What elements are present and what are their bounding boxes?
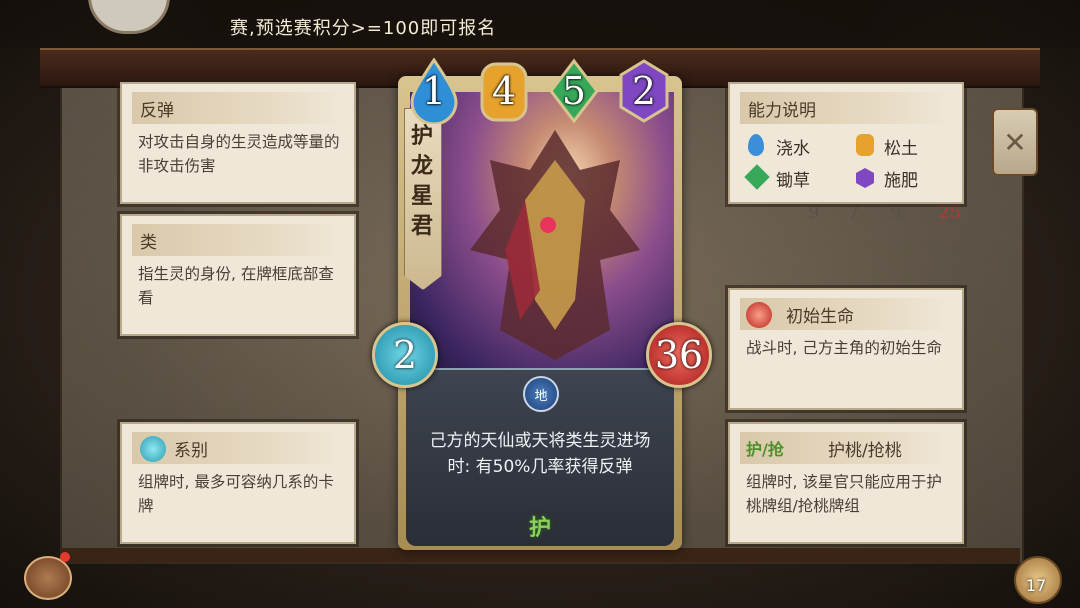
- panel-peach: 护/抢 护桃/抢桃 组牌时, 该星官只能应用于护桃牌组/抢桃牌组: [728, 422, 964, 544]
- weed-cost-gem: 5: [548, 58, 600, 124]
- peach-badge-icon: 护/抢: [746, 440, 784, 459]
- panel-text: 战斗时, 己方主角的初始生命: [746, 339, 942, 357]
- weed-icon: [744, 164, 770, 190]
- bg-number: 7: [848, 202, 860, 223]
- health-stat: 36: [646, 322, 712, 388]
- ability-label: 施肥: [884, 171, 918, 191]
- panel-title: 反弹: [140, 101, 174, 121]
- water-drop-icon: [748, 134, 764, 156]
- bottom-rail: [60, 548, 1020, 562]
- panel-initial-life: 初始生命 战斗时, 己方主角的初始生命: [728, 288, 964, 410]
- card-description: 己方的天仙或天将类生灵进场时: 有50%几率获得反弹: [429, 431, 651, 477]
- bg-number: 25: [938, 202, 961, 223]
- life-icon: [746, 302, 772, 328]
- close-icon[interactable]: ✕: [992, 108, 1038, 176]
- fertilize-icon: [856, 168, 874, 188]
- notice-text: 赛,预选赛积分>=100即可报名: [230, 18, 497, 39]
- notification-dot: [60, 552, 70, 562]
- bg-number: 9: [890, 202, 902, 223]
- card-name: 护龙星君: [404, 122, 440, 242]
- panel-title: 类: [140, 233, 157, 253]
- panel-title: 能力说明: [748, 101, 816, 121]
- panel-rebound: 反弹 对攻击自身的生灵造成等量的非攻击伤害: [120, 82, 356, 204]
- card-name-char: 龙: [410, 154, 433, 179]
- panel-text: 对攻击自身的生灵造成等量的非攻击伤害: [138, 133, 340, 175]
- cost-value: 2: [631, 69, 657, 113]
- panel-category: 类 指生灵的身份, 在牌框底部查看: [120, 214, 356, 336]
- card-name-char: 护: [410, 124, 433, 149]
- cost-value: 1: [421, 69, 447, 113]
- card-name-char: 星: [410, 184, 433, 209]
- ability-label: 松土: [884, 139, 918, 159]
- soil-icon: [856, 134, 874, 156]
- bg-number: 8: [104, 306, 116, 327]
- guard-class-icon: 护: [528, 516, 551, 541]
- panel-text: 组牌时, 最多可容纳几系的卡牌: [138, 473, 334, 515]
- panel-title: 初始生命: [786, 307, 854, 327]
- ability-label: 锄草: [776, 171, 810, 191]
- panel-text: 指生灵的身份, 在牌框底部查看: [138, 265, 334, 307]
- cost-value: 5: [561, 69, 587, 113]
- cost-value: 4: [491, 69, 517, 113]
- ability-label: 浇水: [776, 139, 810, 159]
- bg-number: 9: [808, 202, 820, 223]
- coin-count: 17: [1025, 576, 1047, 595]
- panel-series: 系别 组牌时, 最多可容纳几系的卡牌: [120, 422, 356, 544]
- water-cost-gem: 1: [408, 58, 460, 124]
- fertilize-cost-gem: 2: [618, 58, 670, 124]
- soil-cost-gem: 4: [478, 58, 530, 124]
- panel-header: [132, 224, 344, 256]
- chat-button[interactable]: [24, 556, 72, 600]
- panel-text: 组牌时, 该星官只能应用于护桃牌组/抢桃牌组: [746, 473, 942, 515]
- card-character-art: [470, 130, 640, 360]
- bg-number: 8: [104, 332, 116, 353]
- attack-stat: 2: [372, 322, 438, 388]
- card-name-char: 君: [410, 214, 433, 239]
- panel-title: 护桃/抢桃: [828, 441, 902, 461]
- earth-element-icon: 地: [523, 376, 559, 412]
- panel-ability: 能力说明 浇水 松土 锄草 施肥: [728, 82, 964, 204]
- panel-title: 系别: [174, 441, 208, 461]
- series-icon: [140, 436, 166, 462]
